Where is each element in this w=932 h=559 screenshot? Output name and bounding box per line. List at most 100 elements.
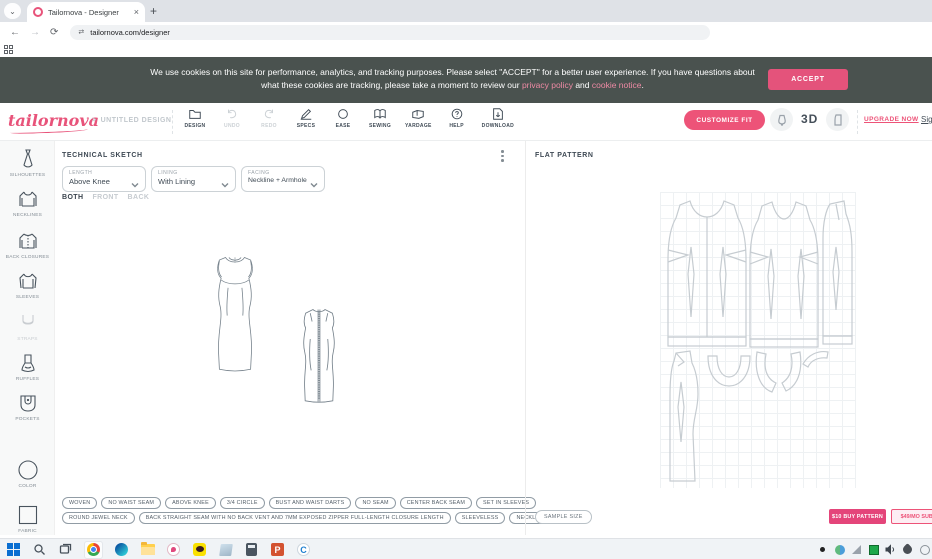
cookie-notice-link[interactable]: cookie notice bbox=[592, 80, 642, 90]
help-button[interactable]: HELP bbox=[445, 107, 469, 129]
sidebar-item-necklines[interactable]: NECKLINES bbox=[0, 188, 55, 218]
taskbar-calculator-button[interactable] bbox=[244, 542, 259, 557]
pattern-view-button[interactable] bbox=[826, 108, 849, 131]
design-toolbar: DESIGN UNDO REDO SPECS EASE SEWING bbox=[183, 107, 514, 129]
ruffle-skirt-icon bbox=[17, 352, 39, 374]
undo-button[interactable]: UNDO bbox=[220, 107, 244, 129]
sidebar-item-silhouettes[interactable]: SILHOUETTES bbox=[0, 148, 55, 178]
dress-front-sketch bbox=[196, 244, 274, 394]
taskbar-chrome-button[interactable] bbox=[84, 541, 103, 559]
chrome-icon bbox=[87, 543, 100, 556]
header-divider bbox=[172, 110, 173, 134]
ease-button[interactable]: EASE bbox=[331, 107, 355, 129]
reload-icon[interactable]: ⟳ bbox=[50, 27, 58, 38]
network-globe-button[interactable] bbox=[834, 544, 845, 555]
sidebar-item-fabric[interactable]: FABRIC bbox=[0, 504, 55, 534]
tag[interactable]: ROUND JEWEL NECK bbox=[62, 512, 135, 524]
tag[interactable]: WOVEN bbox=[62, 497, 97, 509]
signal-button[interactable] bbox=[851, 544, 862, 555]
edge-icon bbox=[115, 543, 128, 556]
taskbar-c-app-button[interactable]: C bbox=[296, 542, 311, 557]
feature-tags-row-1: WOVEN NO WAIST SEAM ABOVE KNEE 3/4 CIRCL… bbox=[62, 497, 536, 509]
tab-both[interactable]: BOTH bbox=[62, 194, 83, 201]
tag[interactable]: BUST AND WAIST DARTS bbox=[269, 497, 352, 509]
start-button[interactable] bbox=[6, 542, 21, 557]
length-dropdown[interactable]: LENGTH Above Knee bbox=[62, 166, 146, 192]
sewing-button[interactable]: SEWING bbox=[368, 107, 392, 129]
chevron-down-icon bbox=[221, 176, 229, 184]
tag[interactable]: BACK STRAIGHT SEAM WITH NO BACK VENT AND… bbox=[139, 512, 451, 524]
view-tabs: BOTH FRONT BACK bbox=[62, 194, 149, 201]
browser-tab[interactable]: Tailornova - Designer × bbox=[27, 2, 145, 22]
windows-logo-icon bbox=[7, 543, 20, 556]
subscribe-button[interactable]: $49/MO SUBS bbox=[891, 509, 932, 524]
fabric-swatch-icon bbox=[17, 504, 39, 526]
tag[interactable]: ABOVE KNEE bbox=[165, 497, 216, 509]
sidebar-item-ruffles[interactable]: RUFFLES bbox=[0, 352, 55, 382]
browser-toolbar: ← → ⟳ ⇄ tailornova.com/designer bbox=[0, 22, 932, 42]
tab-front[interactable]: FRONT bbox=[92, 194, 118, 201]
search-icon bbox=[33, 543, 46, 556]
privacy-policy-link[interactable]: privacy policy bbox=[522, 80, 573, 90]
lining-dropdown[interactable]: LINING With Lining bbox=[151, 166, 236, 192]
tag[interactable]: SET IN SLEEVES bbox=[476, 497, 536, 509]
address-bar[interactable]: ⇄ tailornova.com/designer bbox=[70, 25, 710, 40]
taskbar-file-explorer-button[interactable] bbox=[140, 542, 155, 557]
close-tab-icon[interactable]: × bbox=[134, 7, 139, 17]
new-tab-button[interactable]: + bbox=[150, 4, 157, 18]
redo-button[interactable]: REDO bbox=[257, 107, 281, 129]
apps-grid-icon[interactable] bbox=[4, 45, 13, 54]
undo-icon bbox=[225, 107, 239, 121]
forward-icon[interactable]: → bbox=[30, 27, 40, 38]
sidebar-item-back-closures[interactable]: BACK CLOSURES bbox=[0, 230, 55, 260]
task-view-button[interactable] bbox=[58, 542, 73, 557]
download-button[interactable]: DOWNLOAD bbox=[482, 107, 514, 129]
volume-button[interactable] bbox=[885, 544, 896, 555]
taskbar-edge-button[interactable] bbox=[114, 542, 129, 557]
sidebar-item-sleeves[interactable]: SLEEVES bbox=[0, 270, 55, 300]
clock-partial-icon bbox=[920, 545, 930, 555]
flat-pattern-canvas[interactable] bbox=[660, 192, 856, 488]
sidebar-item-color[interactable]: COLOR bbox=[0, 459, 55, 489]
sidebar-item-pockets[interactable]: POCKETS bbox=[0, 392, 55, 422]
design-button[interactable]: DESIGN bbox=[183, 107, 207, 129]
back-icon[interactable]: ← bbox=[10, 27, 20, 38]
yardage-button[interactable]: YARDAGE bbox=[405, 107, 432, 129]
app-header: tailornova >UNTITLED DESIGN DESIGN UNDO … bbox=[0, 103, 932, 141]
cookie-text: We use cookies on this site for performa… bbox=[150, 66, 755, 92]
taskbar-powerpoint-button[interactable]: P bbox=[270, 542, 285, 557]
cookie-banner: We use cookies on this site for performa… bbox=[0, 57, 932, 103]
graphics-utility-button[interactable] bbox=[868, 544, 879, 555]
tag[interactable]: 3/4 CIRCLE bbox=[220, 497, 265, 509]
taskbar-search-button[interactable] bbox=[32, 542, 47, 557]
taskbar-notes-app-button[interactable] bbox=[218, 542, 233, 557]
taskbar-kakaotalk-button[interactable] bbox=[192, 542, 207, 557]
upgrade-now-link[interactable]: UPGRADE NOW bbox=[864, 116, 919, 123]
tab-back[interactable]: BACK bbox=[128, 194, 150, 201]
speaker-icon bbox=[885, 544, 896, 555]
tag[interactable]: NO SEAM bbox=[355, 497, 395, 509]
sample-size-tag[interactable]: SAMPLE SIZE bbox=[535, 510, 592, 524]
tag[interactable]: CENTER BACK SEAM bbox=[400, 497, 472, 509]
buy-pattern-button[interactable]: $10 BUY PATTERN bbox=[829, 509, 886, 524]
tab-search-button[interactable]: ⌄ bbox=[4, 3, 21, 19]
3d-mode-label[interactable]: 3D bbox=[801, 112, 818, 126]
facing-dropdown[interactable]: FACING Neckline + Armhole bbox=[241, 166, 325, 192]
project-name[interactable]: >UNTITLED DESIGN bbox=[92, 117, 171, 124]
tray-overflow-button[interactable] bbox=[919, 544, 930, 555]
pen-input-button[interactable] bbox=[902, 544, 913, 555]
specs-button[interactable]: SPECS bbox=[294, 107, 318, 129]
open-book-icon bbox=[373, 107, 387, 121]
accept-cookies-button[interactable]: ACCEPT bbox=[768, 69, 848, 90]
tag[interactable]: NO WAIST SEAM bbox=[101, 497, 161, 509]
customize-fit-button[interactable]: CUSTOMIZE FIT bbox=[684, 110, 765, 130]
circle-icon bbox=[336, 107, 350, 121]
tag[interactable]: SLEEVELESS bbox=[455, 512, 506, 524]
panel-options-button[interactable] bbox=[501, 150, 504, 162]
taskbar-paint-app-button[interactable] bbox=[166, 542, 181, 557]
mannequin-view-button[interactable] bbox=[770, 108, 793, 131]
sidebar-item-straps[interactable]: STRAPS bbox=[0, 312, 55, 342]
hidden-icons-button[interactable] bbox=[817, 544, 828, 555]
site-settings-icon[interactable]: ⇄ bbox=[78, 28, 84, 36]
sign-in-link[interactable]: Sig bbox=[921, 115, 932, 124]
